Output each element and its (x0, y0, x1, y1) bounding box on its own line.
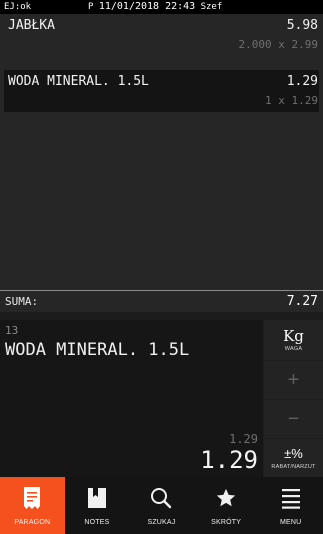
status-user: Szef (200, 2, 223, 12)
weight-button-sublabel: WAGA (284, 346, 303, 352)
nav-item-paragon[interactable]: PARAGON (0, 477, 65, 534)
weight-button-label: Kg (283, 327, 304, 345)
item-detail-panel[interactable]: 13 WODA MINERAL. 1.5L 1.29 1.29 (0, 320, 263, 477)
status-datetime: 11/01/2018 22:43 (98, 1, 196, 12)
discount-markup-label: ±% (284, 446, 303, 461)
receipt-line-name: WODA MINERAL. 1.5L (8, 74, 149, 89)
ej-status: EJ:ok (4, 2, 32, 12)
star-icon (213, 485, 239, 511)
nav-item-label: PARAGON (14, 519, 51, 526)
receipt-line[interactable]: JABŁKA 5.98 2.000 x 2.99 (0, 14, 323, 56)
item-code: 13 (5, 324, 19, 337)
status-prefix: P (88, 2, 94, 12)
summary-bar: SUMA: 7.27 (0, 290, 323, 312)
search-icon (148, 485, 174, 511)
nav-item-label: SKRÓTY (211, 519, 242, 526)
nav-item-notes[interactable]: NOTES (65, 477, 130, 534)
receipt-line-qty: 1 x 1.29 (265, 94, 318, 107)
nav-item-label: SZUKAJ (147, 519, 176, 526)
bottom-navigation: PARAGON NOTES SZUKAJ SKRÓTY MENU (0, 477, 323, 534)
nav-item-skroty[interactable]: SKRÓTY (194, 477, 259, 534)
weight-button[interactable]: Kg WAGA (264, 320, 323, 360)
nav-item-menu[interactable]: MENU (258, 477, 323, 534)
minus-icon: − (287, 407, 300, 430)
receipt-list[interactable]: JABŁKA 5.98 2.000 x 2.99 WODA MINERAL. 1… (0, 14, 323, 290)
item-name: WODA MINERAL. 1.5L (5, 340, 190, 360)
decrease-quantity-button[interactable]: − (264, 400, 323, 438)
status-bar: EJ:ok P 11/01/2018 22:43 Szef (0, 0, 323, 14)
plus-icon: + (287, 368, 300, 391)
nav-item-label: NOTES (84, 519, 110, 526)
side-button-column: Kg WAGA + − ±% RABAT/NARZUT (263, 320, 323, 477)
notes-icon (84, 485, 110, 511)
receipt-line-amount: 5.98 (286, 18, 318, 33)
receipt-icon (19, 485, 45, 511)
item-unit-price: 1.29 (229, 432, 258, 446)
menu-icon (278, 485, 304, 511)
receipt-line-selected[interactable]: WODA MINERAL. 1.5L 1.29 1 x 1.29 (4, 70, 319, 112)
nav-item-szukaj[interactable]: SZUKAJ (129, 477, 194, 534)
receipt-line-qty: 2.000 x 2.99 (238, 38, 318, 51)
increase-quantity-button[interactable]: + (264, 361, 323, 399)
summary-label: SUMA: (5, 295, 39, 308)
nav-item-label: MENU (279, 519, 302, 526)
discount-markup-button[interactable]: ±% RABAT/NARZUT (264, 439, 323, 477)
status-datetime-group: P 11/01/2018 22:43 Szef (88, 0, 222, 14)
discount-markup-sublabel: RABAT/NARZUT (271, 464, 316, 470)
receipt-line-name: JABŁKA (8, 18, 55, 33)
receipt-line-amount: 1.29 (286, 74, 318, 89)
summary-value: 7.27 (286, 294, 318, 309)
item-total-price: 1.29 (200, 446, 258, 474)
